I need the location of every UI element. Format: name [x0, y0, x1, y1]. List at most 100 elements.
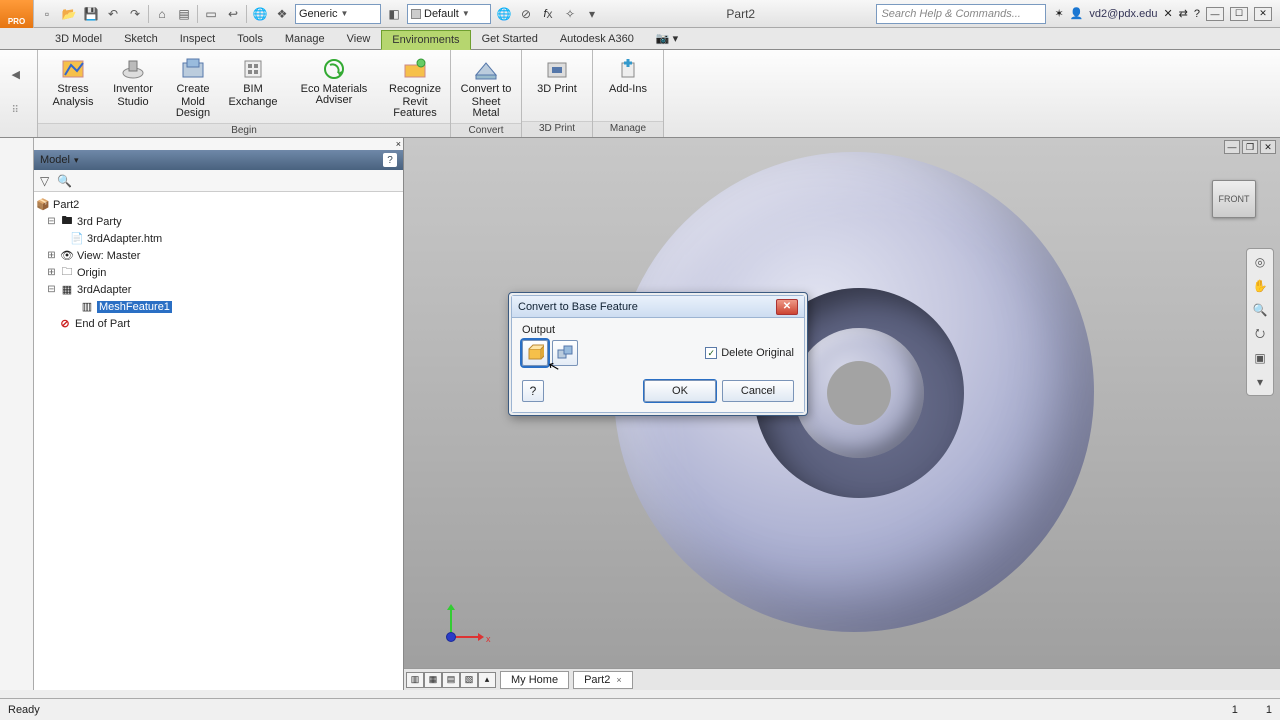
minimize-button[interactable]: —: [1206, 7, 1224, 21]
qat-return-icon[interactable]: ↩: [224, 5, 242, 23]
create-mold-button[interactable]: Create Mold Design: [164, 54, 222, 119]
qat-redo-icon[interactable]: ↷: [126, 5, 144, 23]
viewmode-2-icon[interactable]: ▦: [424, 672, 442, 688]
find-icon[interactable]: 🔍: [57, 174, 72, 188]
label: Inventor: [113, 84, 153, 95]
steering-wheel-icon[interactable]: ◎: [1251, 253, 1269, 271]
model-geometry[interactable]: [827, 361, 891, 425]
doc-tab-part2[interactable]: Part2×: [573, 671, 633, 689]
tree-end-of-part[interactable]: ⊘ End of Part: [36, 315, 401, 332]
qat-layers-icon[interactable]: ❖: [273, 5, 291, 23]
qat-sparkle-icon[interactable]: ✧: [561, 5, 579, 23]
minimize-button[interactable]: —: [1224, 140, 1240, 154]
viewmode-1-icon[interactable]: ▥: [406, 672, 424, 688]
collapse-icon[interactable]: ⊟: [46, 216, 57, 227]
qat-print-icon[interactable]: ▤: [175, 5, 193, 23]
qat-new-icon[interactable]: ▫: [38, 5, 56, 23]
star-icon[interactable]: ✶: [1054, 7, 1063, 20]
qat-more-icon[interactable]: ▾: [583, 5, 601, 23]
add-ins-button[interactable]: Add-Ins: [599, 54, 657, 95]
qat-save-icon[interactable]: 💾: [82, 5, 100, 23]
label: BIM: [243, 84, 263, 95]
close-button[interactable]: ✕: [1254, 7, 1272, 21]
stress-analysis-button[interactable]: Stress Analysis: [44, 54, 102, 108]
dialog-close-button[interactable]: ✕: [776, 299, 798, 315]
qat-home-icon[interactable]: ⌂: [153, 5, 171, 23]
lookat-icon[interactable]: ▣: [1251, 349, 1269, 367]
tab-3d-model[interactable]: 3D Model: [44, 29, 113, 49]
view-cube[interactable]: FRONT: [1212, 180, 1256, 218]
arrow-left-icon[interactable]: ◀: [12, 68, 26, 82]
tab-environments[interactable]: Environments: [381, 30, 470, 50]
browser-header[interactable]: Model▾ ?: [34, 150, 403, 170]
3d-print-button[interactable]: 3D Print: [528, 54, 586, 95]
tree-root[interactable]: 📦 Part2: [36, 196, 401, 213]
tree-3rdadapter[interactable]: ⊟ ▦ 3rdAdapter: [36, 281, 401, 298]
output-solid-button[interactable]: [522, 340, 548, 366]
label: View: Master: [77, 250, 140, 262]
delete-original-checkbox[interactable]: ✓ Delete Original: [705, 347, 794, 359]
exchange-icon[interactable]: ⇄: [1179, 7, 1188, 20]
tab-get-started[interactable]: Get Started: [471, 29, 549, 49]
appearance-combo[interactable]: Default ▼: [407, 4, 491, 24]
close-panel-icon[interactable]: ✕: [1163, 7, 1172, 20]
zoom-icon[interactable]: 🔍: [1251, 301, 1269, 319]
dialog-help-button[interactable]: ?: [522, 380, 544, 402]
tab-camera-icon[interactable]: 📷 ▾: [645, 28, 689, 49]
doc-tab-myhome[interactable]: My Home: [500, 671, 569, 689]
qat-clear-icon[interactable]: ⊘: [517, 5, 535, 23]
tree-adapter-htm[interactable]: 📄 3rdAdapter.htm: [36, 230, 401, 247]
viewmode-more-icon[interactable]: ▴: [478, 672, 496, 688]
viewmode-4-icon[interactable]: ▧: [460, 672, 478, 688]
tree-meshfeature-selected[interactable]: ▥ MeshFeature1: [36, 298, 401, 315]
filter-icon[interactable]: ▽: [40, 174, 49, 188]
tab-a360[interactable]: Autodesk A360: [549, 29, 645, 49]
app-menu-icon[interactable]: PRO: [0, 0, 34, 28]
qat-globe2-icon[interactable]: 🌐: [495, 5, 513, 23]
qat-open-icon[interactable]: 📂: [60, 5, 78, 23]
qat-fx-icon[interactable]: fx: [539, 5, 557, 23]
label: My Home: [511, 674, 558, 686]
folder-icon: 🗀: [60, 266, 74, 280]
expand-icon[interactable]: ⊞: [46, 267, 57, 278]
nav-more-icon[interactable]: ▾: [1251, 373, 1269, 391]
expand-icon[interactable]: ⊞: [46, 250, 57, 261]
panel-close-icon[interactable]: ×: [396, 139, 401, 149]
tree-view-master[interactable]: ⊞ 👁 View: Master: [36, 247, 401, 264]
material-combo[interactable]: Generic ▼: [295, 4, 381, 24]
tree-origin[interactable]: ⊞ 🗀 Origin: [36, 264, 401, 281]
eco-materials-button[interactable]: Eco Materials Adviser: [284, 54, 384, 106]
ok-button[interactable]: OK: [644, 380, 716, 402]
restore-button[interactable]: ❐: [1242, 140, 1258, 154]
maximize-button[interactable]: ☐: [1230, 7, 1248, 21]
tree-3rdparty[interactable]: ⊟ 🖿 3rd Party: [36, 213, 401, 230]
help-square-icon[interactable]: ?: [383, 153, 397, 167]
collapse-icon[interactable]: ⊟: [46, 284, 57, 295]
cancel-button[interactable]: Cancel: [722, 380, 794, 402]
tab-manage[interactable]: Manage: [274, 29, 336, 49]
output-composite-button[interactable]: [552, 340, 578, 366]
help-search-input[interactable]: Search Help & Commands...: [876, 4, 1046, 24]
viewmode-3-icon[interactable]: ▤: [442, 672, 460, 688]
tab-tools[interactable]: Tools: [226, 29, 274, 49]
qat-web-icon[interactable]: 🌐: [251, 5, 269, 23]
orbit-icon[interactable]: ⭮: [1251, 325, 1269, 343]
pan-icon[interactable]: ✋: [1251, 277, 1269, 295]
grid-icon[interactable]: ⠿: [12, 105, 26, 119]
qat-swatch-icon[interactable]: ◧: [385, 5, 403, 23]
help-icon[interactable]: ?: [1194, 8, 1200, 20]
qat-select-icon[interactable]: ▭: [202, 5, 220, 23]
inventor-studio-button[interactable]: Inventor Studio: [104, 54, 162, 108]
signin-icon[interactable]: 👤: [1070, 7, 1084, 20]
tab-sketch[interactable]: Sketch: [113, 29, 169, 49]
close-button[interactable]: ✕: [1260, 140, 1276, 154]
qat-undo-icon[interactable]: ↶: [104, 5, 122, 23]
dialog-titlebar[interactable]: Convert to Base Feature ✕: [512, 296, 804, 318]
bim-exchange-button[interactable]: BIM Exchange: [224, 54, 282, 108]
close-icon[interactable]: ×: [616, 675, 621, 685]
user-label[interactable]: vd2@pdx.edu: [1089, 8, 1157, 20]
tab-inspect[interactable]: Inspect: [169, 29, 226, 49]
recognize-revit-button[interactable]: Recognize Revit Features: [386, 54, 444, 119]
tab-view[interactable]: View: [336, 29, 382, 49]
convert-sheet-metal-button[interactable]: Convert to Sheet Metal: [457, 54, 515, 119]
